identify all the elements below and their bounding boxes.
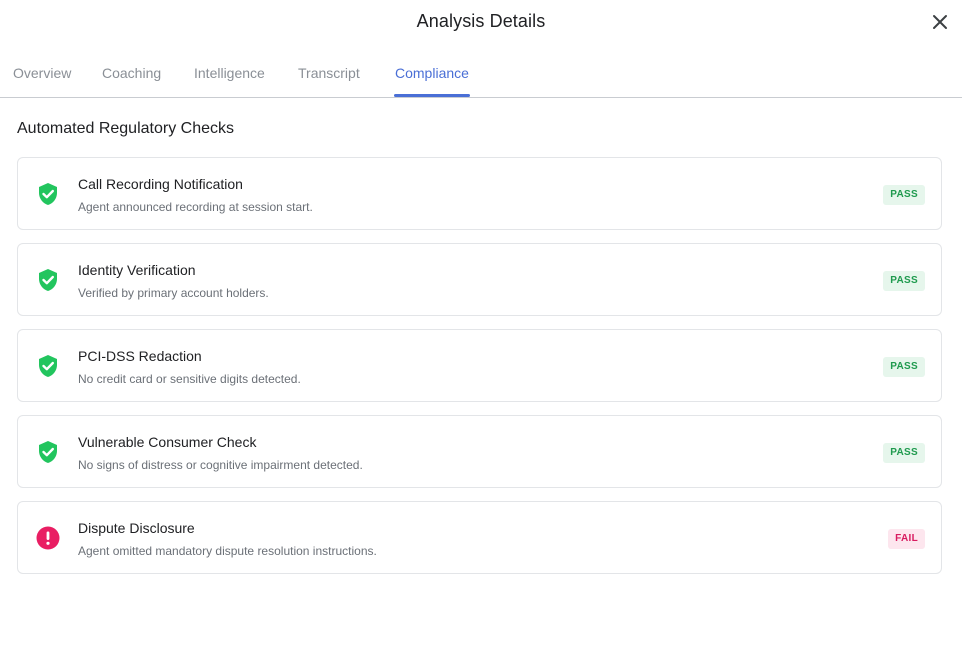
check-description: No signs of distress or cognitive impair… [78,458,363,472]
status-badge: PASS [883,185,925,205]
close-icon [933,15,947,29]
tab-transcript[interactable]: Transcript [298,65,360,81]
tab-coaching[interactable]: Coaching [102,65,161,81]
tab-bar: Overview Coaching Intelligence Transcrip… [0,46,962,98]
check-description: Agent omitted mandatory dispute resoluti… [78,544,377,558]
check-description: Verified by primary account holders. [78,286,269,300]
tab-overview[interactable]: Overview [13,65,71,81]
dialog-header: Analysis Details [0,0,962,46]
check-name: PCI-DSS Redaction [78,348,202,364]
check-name: Dispute Disclosure [78,520,195,536]
analysis-details-dialog: Analysis Details Overview Coaching Intel… [0,0,962,670]
tab-compliance[interactable]: Compliance [395,65,469,81]
status-badge: PASS [883,443,925,463]
check-name: Call Recording Notification [78,176,243,192]
section-title: Automated Regulatory Checks [17,120,234,137]
check-card-dispute-disclosure: Dispute Disclosure Agent omitted mandato… [17,501,942,574]
check-card-pci-dss: PCI-DSS Redaction No credit card or sens… [17,329,942,402]
check-name: Vulnerable Consumer Check [78,434,257,450]
check-card-vulnerable-consumer: Vulnerable Consumer Check No signs of di… [17,415,942,488]
shield-check-icon [39,441,57,463]
shield-check-icon [39,269,57,291]
active-tab-indicator [394,94,470,97]
check-card-identity-verification: Identity Verification Verified by primar… [17,243,942,316]
close-button[interactable] [928,10,952,34]
check-name: Identity Verification [78,262,196,278]
status-badge: FAIL [888,529,925,549]
check-description: Agent announced recording at session sta… [78,200,313,214]
status-badge: PASS [883,271,925,291]
check-card-call-recording: Call Recording Notification Agent announ… [17,157,942,230]
dialog-title: Analysis Details [416,11,546,31]
shield-check-icon [39,183,57,205]
status-badge: PASS [883,357,925,377]
error-icon [36,526,60,550]
compliance-check-list: Call Recording Notification Agent announ… [17,157,942,587]
tab-intelligence[interactable]: Intelligence [194,65,265,81]
shield-check-icon [39,355,57,377]
check-description: No credit card or sensitive digits detec… [78,372,301,386]
